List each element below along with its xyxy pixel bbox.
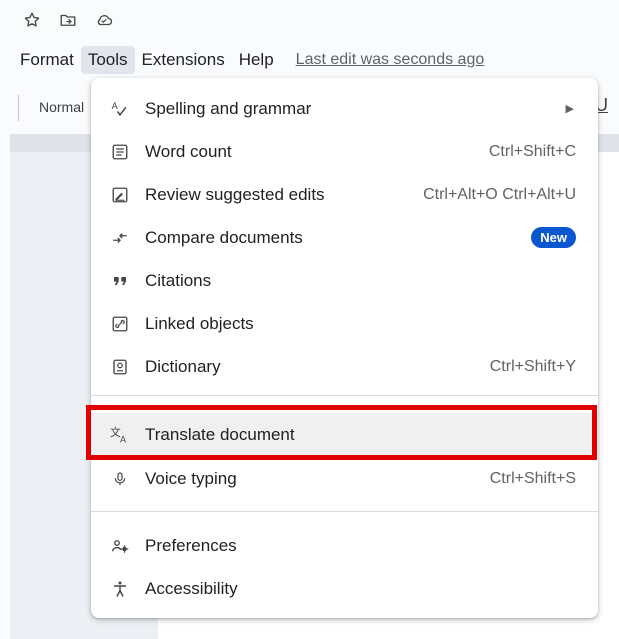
svg-text:A: A xyxy=(112,101,119,111)
shortcut-text: Ctrl+Shift+C xyxy=(488,142,576,160)
menu-item-label: Preferences xyxy=(145,535,237,555)
menu-item-compare-documents[interactable]: Compare documents New xyxy=(91,216,598,259)
menu-item-label: Word count xyxy=(145,141,232,161)
menu-item-voice-typing[interactable]: Voice typing Ctrl+Shift+S xyxy=(91,457,598,500)
accessibility-icon xyxy=(109,578,131,600)
menu-item-word-count[interactable]: Word count Ctrl+Shift+C xyxy=(91,130,598,173)
menu-item-label: Spelling and grammar xyxy=(145,98,312,118)
new-badge: New xyxy=(531,227,576,248)
dictionary-icon xyxy=(109,356,131,378)
shortcut-text: Ctrl+Shift+Y xyxy=(489,357,576,375)
shortcut-text: Ctrl+Shift+S xyxy=(489,469,576,487)
menu-item-preferences[interactable]: Preferences xyxy=(91,524,598,567)
menu-extensions[interactable]: Extensions xyxy=(135,46,232,74)
menu-item-accessibility[interactable]: Accessibility xyxy=(91,567,598,610)
shortcut-text: Ctrl+Alt+O Ctrl+Alt+U xyxy=(423,185,576,203)
menu-item-review-suggested-edits[interactable]: Review suggested edits Ctrl+Alt+O Ctrl+A… xyxy=(91,173,598,216)
menu-item-linked-objects[interactable]: Linked objects xyxy=(91,302,598,345)
menu-divider xyxy=(91,395,598,396)
review-edits-icon xyxy=(109,184,131,206)
compare-icon xyxy=(109,227,131,249)
menu-tools[interactable]: Tools xyxy=(80,46,135,74)
highlight-box xyxy=(86,405,597,460)
paragraph-style-select[interactable]: Normal xyxy=(39,99,84,115)
spellcheck-icon: A xyxy=(109,98,131,120)
menu-item-dictionary[interactable]: Dictionary Ctrl+Shift+Y xyxy=(91,345,598,388)
submenu-arrow-icon: ▶ xyxy=(565,103,574,115)
menu-item-label: Accessibility xyxy=(145,578,238,598)
preferences-icon xyxy=(109,535,131,557)
menu-item-label: Linked objects xyxy=(145,313,254,333)
menu-item-label: Citations xyxy=(145,270,212,290)
menu-item-label: Compare documents xyxy=(145,227,303,247)
link-icon xyxy=(109,313,131,335)
quote-icon xyxy=(109,270,131,292)
tools-menu: A Spelling and grammar ▶ Word count Ctrl… xyxy=(91,78,598,618)
menu-divider xyxy=(91,511,598,512)
menu-item-label: Review suggested edits xyxy=(145,184,325,204)
menu-item-spelling-grammar[interactable]: A Spelling and grammar ▶ xyxy=(91,87,598,130)
microphone-icon xyxy=(109,468,131,490)
word-count-icon xyxy=(109,141,131,163)
cloud-status-icon[interactable] xyxy=(94,10,114,30)
menu-format[interactable]: Format xyxy=(13,46,81,74)
menu-item-citations[interactable]: Citations xyxy=(91,259,598,302)
menu-item-label: Voice typing xyxy=(145,468,237,488)
doc-title-icons xyxy=(22,10,114,30)
menu-help[interactable]: Help xyxy=(232,46,281,74)
menu-bar: Format Tools Extensions Help Last edit w… xyxy=(0,44,484,76)
menu-item-label: Dictionary xyxy=(145,356,221,376)
move-to-folder-icon[interactable] xyxy=(58,10,78,30)
last-edit-link[interactable]: Last edit was seconds ago xyxy=(296,51,485,69)
star-icon[interactable] xyxy=(22,10,42,30)
